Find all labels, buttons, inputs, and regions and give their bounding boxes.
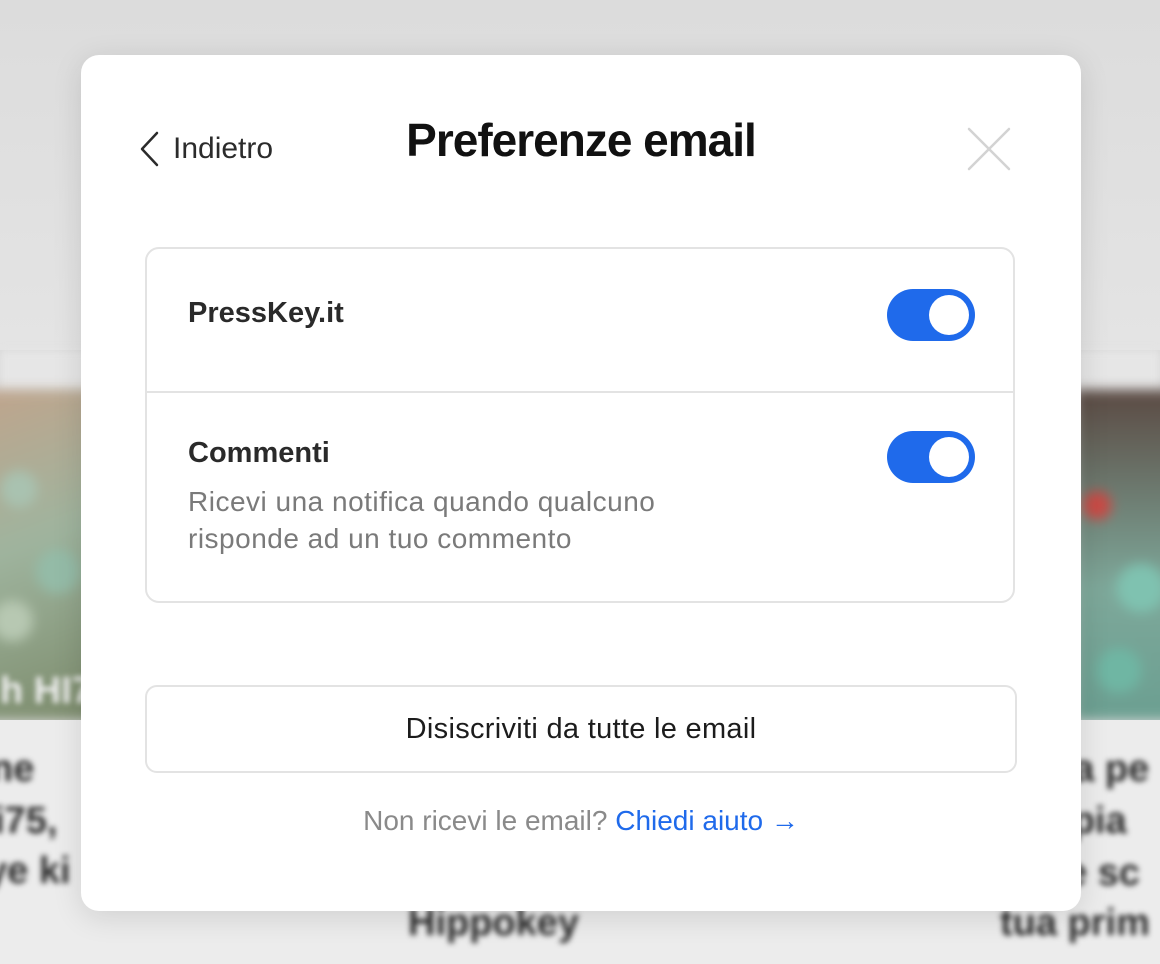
commenti-toggle[interactable] bbox=[887, 431, 975, 483]
email-preferences-modal: Indietro Preferenze email PressKey.it Co… bbox=[81, 55, 1081, 911]
toggle-knob bbox=[929, 437, 969, 477]
backdrop-text: h HI7 bbox=[0, 670, 93, 712]
close-button[interactable] bbox=[965, 125, 1013, 173]
preference-row-presskey: PressKey.it bbox=[147, 249, 1013, 393]
unsubscribe-all-button[interactable]: Disiscriviti da tutte le email bbox=[145, 685, 1017, 773]
backdrop-article-image-right bbox=[1075, 390, 1160, 720]
presskey-toggle[interactable] bbox=[887, 289, 975, 341]
backdrop-text: i75, bbox=[0, 800, 58, 842]
help-link[interactable]: Chiedi aiuto → bbox=[615, 805, 799, 836]
preferences-list: PressKey.it Commenti Ricevi una notifica… bbox=[145, 247, 1015, 603]
modal-title: Preferenze email bbox=[406, 114, 757, 166]
backdrop-text: ne bbox=[0, 748, 35, 790]
preference-row-commenti: Commenti Ricevi una notifica quando qual… bbox=[147, 391, 1013, 603]
help-prefix: Non ricevi le email? bbox=[363, 805, 608, 836]
preference-label: Commenti bbox=[188, 437, 330, 469]
help-line: Non ricevi le email? Chiedi aiuto → bbox=[81, 805, 1081, 837]
preference-description: Ricevi una notifica quando qualcuno risp… bbox=[188, 486, 656, 554]
close-icon bbox=[965, 127, 1013, 177]
backdrop-text: ye ki bbox=[0, 850, 71, 892]
toggle-knob bbox=[929, 295, 969, 335]
preference-label: PressKey.it bbox=[188, 297, 344, 329]
